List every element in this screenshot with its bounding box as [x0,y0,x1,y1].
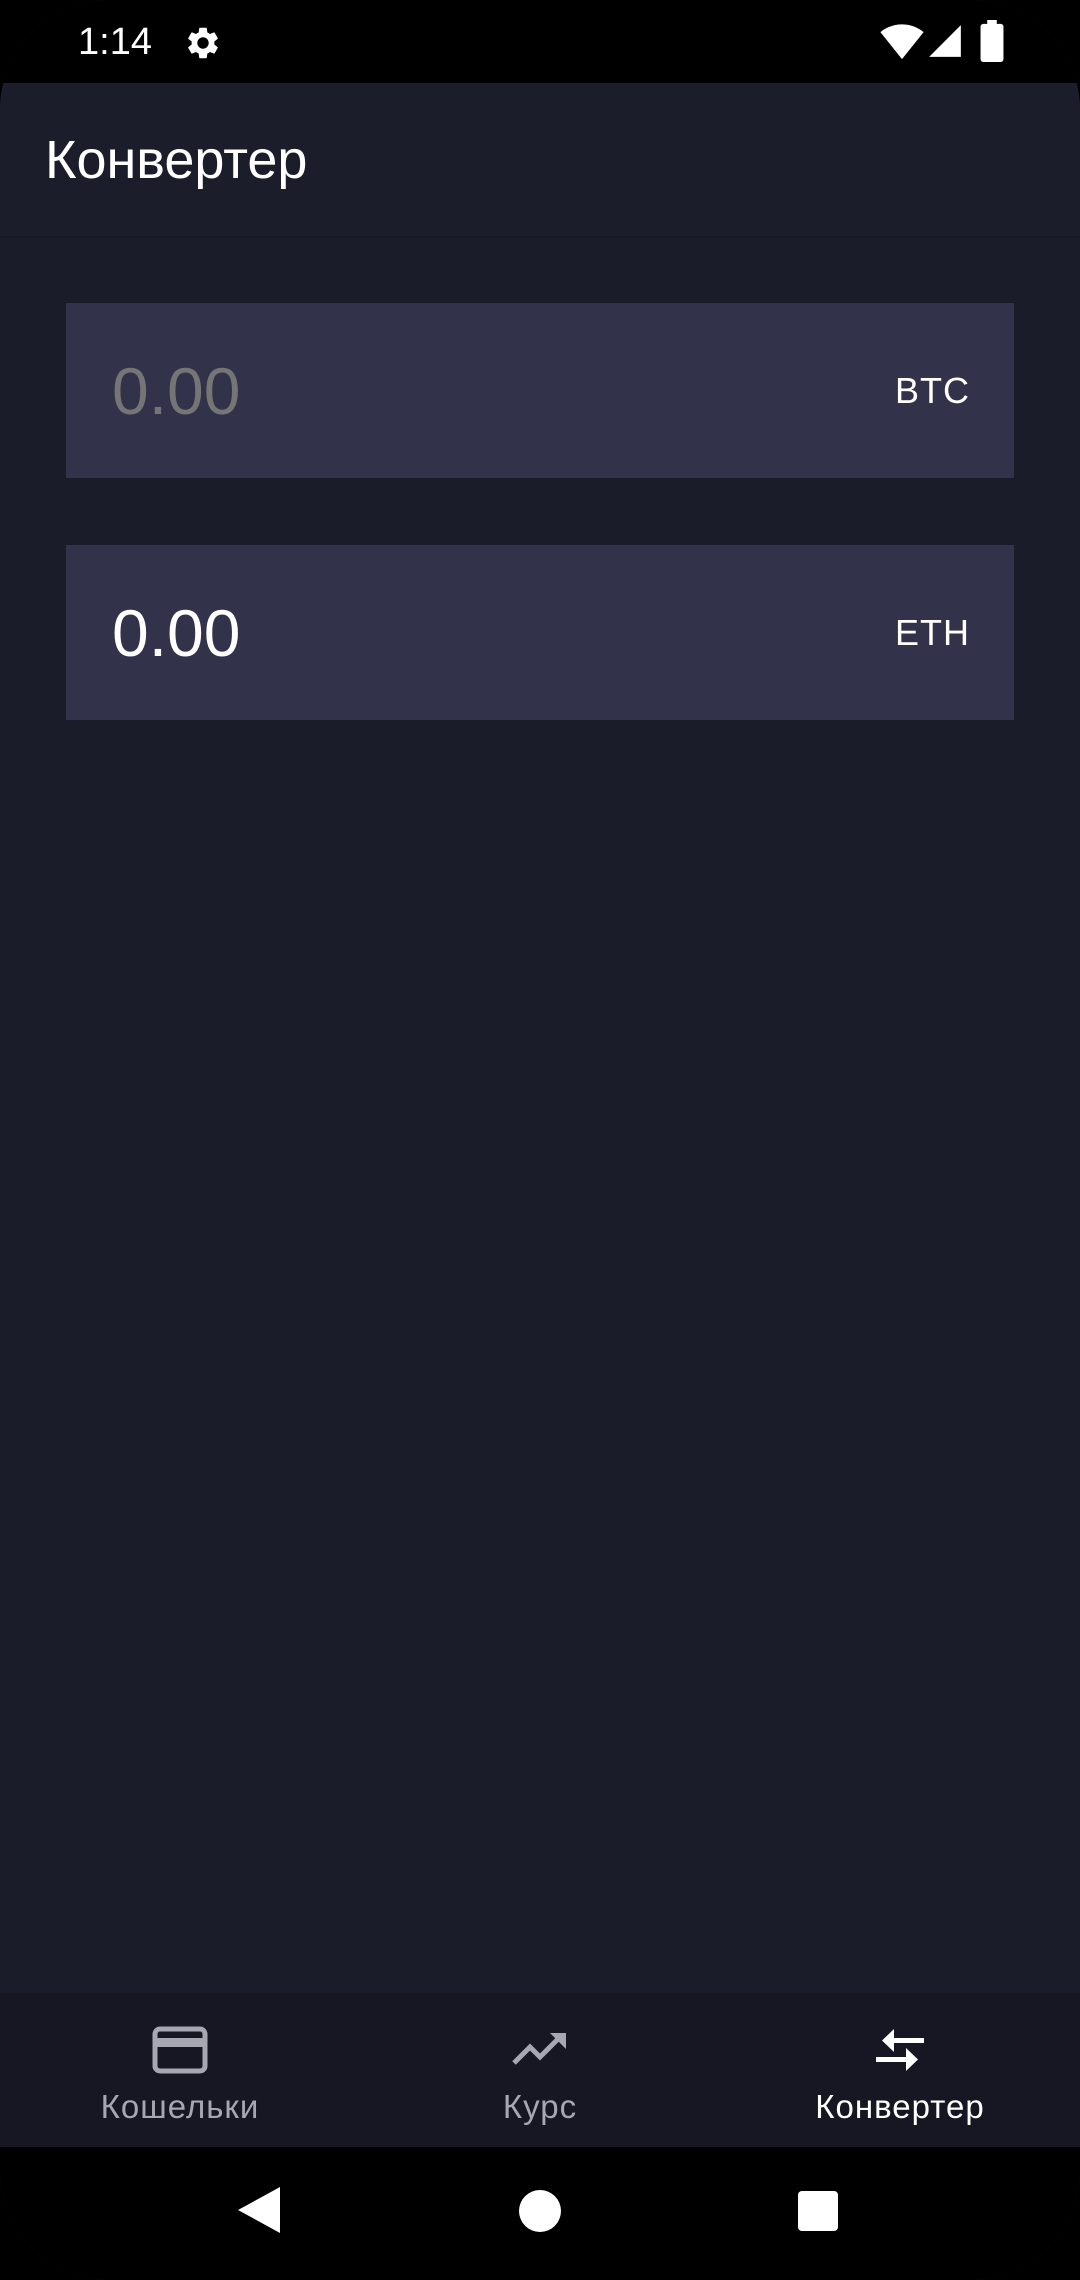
wifi-icon [880,24,924,60]
home-icon[interactable] [518,2189,562,2233]
system-navigation-bar [0,2147,1080,2280]
nav-item-rate[interactable]: Курс [360,1993,720,2147]
app-bar: Конвертер [0,83,1080,238]
wallet-card-icon [152,2026,208,2074]
status-bar: 1:14 [0,0,1080,83]
btc-currency-label: BTC [895,369,970,411]
battery-icon [980,20,1004,62]
nav-item-wallets[interactable]: Кошельки [0,1993,360,2147]
eth-currency-label: ETH [895,611,970,653]
eth-amount-value[interactable]: 0.00 [112,594,712,672]
bottom-navigation: Кошельки Курс Конвертер [0,1993,1080,2147]
nav-item-converter[interactable]: Конвертер [720,1993,1080,2147]
btc-amount-field[interactable]: BTC [66,303,1014,478]
signal-icon [929,25,961,57]
recents-icon[interactable] [797,2190,839,2232]
back-icon[interactable] [236,2185,282,2235]
btc-amount-input[interactable] [112,351,712,430]
trending-up-icon [512,2033,566,2065]
phone-screen: 1:14 Конвертер BTC 0.00 ETH [0,0,1080,2280]
nav-label-wallets: Кошельки [100,2088,260,2125]
page-title: Конвертер [45,130,308,190]
eth-amount-field[interactable]: 0.00 ETH [66,545,1014,720]
status-time: 1:14 [78,21,152,63]
nav-label-converter: Конвертер [815,2088,985,2125]
compare-arrows-icon [876,2029,924,2071]
gear-icon [188,27,218,59]
nav-label-rate: Курс [502,2088,578,2125]
